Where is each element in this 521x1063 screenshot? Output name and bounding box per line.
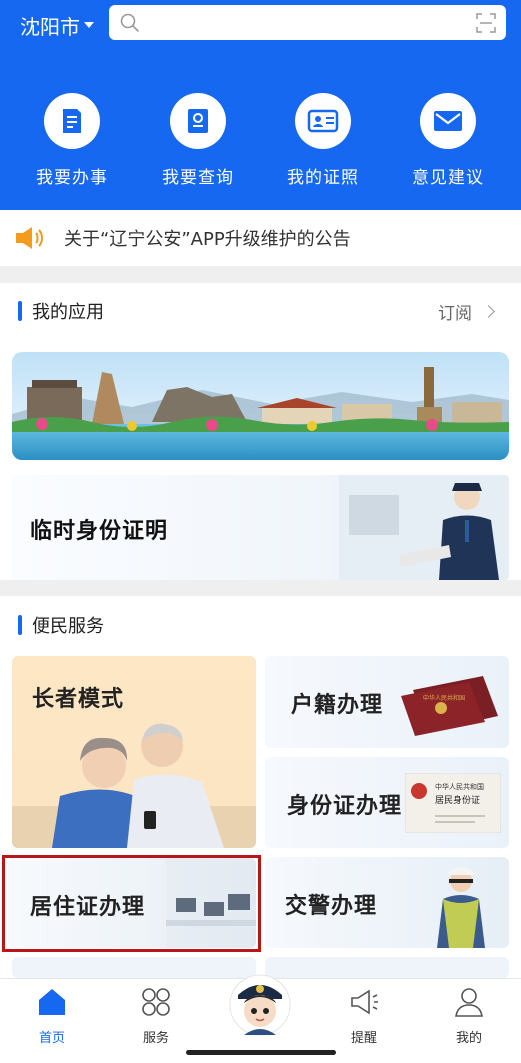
tab-mine[interactable]: 我的 bbox=[429, 985, 509, 1046]
id-card-icon bbox=[295, 93, 351, 149]
quick-action-label: 意见建议 bbox=[412, 168, 484, 188]
document-icon bbox=[44, 93, 100, 149]
home-icon bbox=[39, 989, 65, 1015]
partial-card-right[interactable] bbox=[265, 957, 509, 978]
household-label: 户籍办理 bbox=[291, 693, 384, 718]
tab-home[interactable]: 首页 bbox=[12, 985, 92, 1046]
speaker-icon bbox=[16, 227, 43, 249]
chevron-right-icon bbox=[482, 305, 495, 318]
id-card-label: 身份证办理 bbox=[287, 794, 403, 819]
services-title: 便民服务 bbox=[18, 612, 104, 638]
traffic-police-label: 交警办理 bbox=[285, 894, 378, 919]
traffic-police-card[interactable]: 交警办理 bbox=[265, 857, 509, 948]
quick-action-handle-affairs[interactable]: 我要办事 bbox=[22, 93, 122, 188]
scan-icon[interactable] bbox=[476, 13, 496, 33]
police-officer-image bbox=[339, 475, 509, 580]
grid-icon bbox=[142, 988, 170, 1016]
id-card-image: 中华人民共和国 居民身份证 bbox=[405, 773, 501, 833]
partial-card-left[interactable] bbox=[12, 957, 256, 978]
quick-action-label: 我的证照 bbox=[287, 168, 359, 188]
temp-id-card[interactable]: 临时身份证明 bbox=[12, 475, 509, 580]
elder-mode-label: 长者模式 bbox=[32, 687, 125, 712]
my-apps-title: 我的应用 bbox=[18, 298, 104, 324]
id-card-card[interactable]: 身份证办理 中华人民共和国 居民身份证 bbox=[265, 757, 509, 848]
traffic-officer-image bbox=[437, 867, 485, 948]
quick-action-my-licenses[interactable]: 我的证照 bbox=[273, 93, 373, 188]
tab-reminders[interactable]: 提醒 bbox=[324, 985, 404, 1046]
quick-action-label: 我要查询 bbox=[162, 168, 234, 188]
police-mascot-button[interactable] bbox=[228, 973, 292, 1037]
scenery-banner[interactable] bbox=[12, 352, 509, 460]
tab-services[interactable]: 服务 bbox=[116, 985, 196, 1046]
notice-text: 关于“辽宁公安”APP升级维护的公告 bbox=[64, 229, 351, 250]
elder-mode-card[interactable]: 长者模式 bbox=[12, 656, 256, 848]
passport-text: 中华人民共和国 bbox=[423, 694, 465, 702]
search-icon bbox=[120, 13, 139, 32]
elderly-couple-image bbox=[12, 723, 256, 848]
header: 沈阳市 我要办事 我要查询 我的证照 意见建议 bbox=[0, 0, 521, 210]
household-book-image: 中华人民共和国 bbox=[401, 676, 498, 736]
mail-icon bbox=[420, 93, 476, 149]
quick-action-label: 我要办事 bbox=[36, 168, 108, 188]
notice-bar[interactable]: 关于“辽宁公安”APP升级维护的公告 bbox=[0, 210, 521, 266]
caret-down-icon bbox=[84, 22, 94, 28]
city-label: 沈阳市 bbox=[20, 14, 80, 39]
city-selector[interactable]: 沈阳市 bbox=[20, 10, 94, 40]
search-input[interactable] bbox=[109, 5, 506, 40]
search-doc-icon bbox=[170, 93, 226, 149]
megaphone-icon bbox=[351, 989, 378, 1015]
subscribe-link[interactable]: 订阅 bbox=[438, 299, 495, 324]
temp-id-title: 临时身份证明 bbox=[30, 519, 169, 544]
highlight-box bbox=[2, 855, 261, 952]
id-card-text-country: 中华人民共和国 bbox=[435, 782, 484, 791]
user-icon bbox=[455, 988, 483, 1017]
quick-action-query[interactable]: 我要查询 bbox=[148, 93, 248, 188]
quick-action-feedback[interactable]: 意见建议 bbox=[398, 93, 498, 188]
household-card[interactable]: 户籍办理 中华人民共和国 bbox=[265, 656, 509, 748]
id-card-text-title: 居民身份证 bbox=[435, 794, 480, 806]
police-mascot-icon bbox=[229, 974, 291, 1036]
home-indicator bbox=[186, 1050, 336, 1055]
